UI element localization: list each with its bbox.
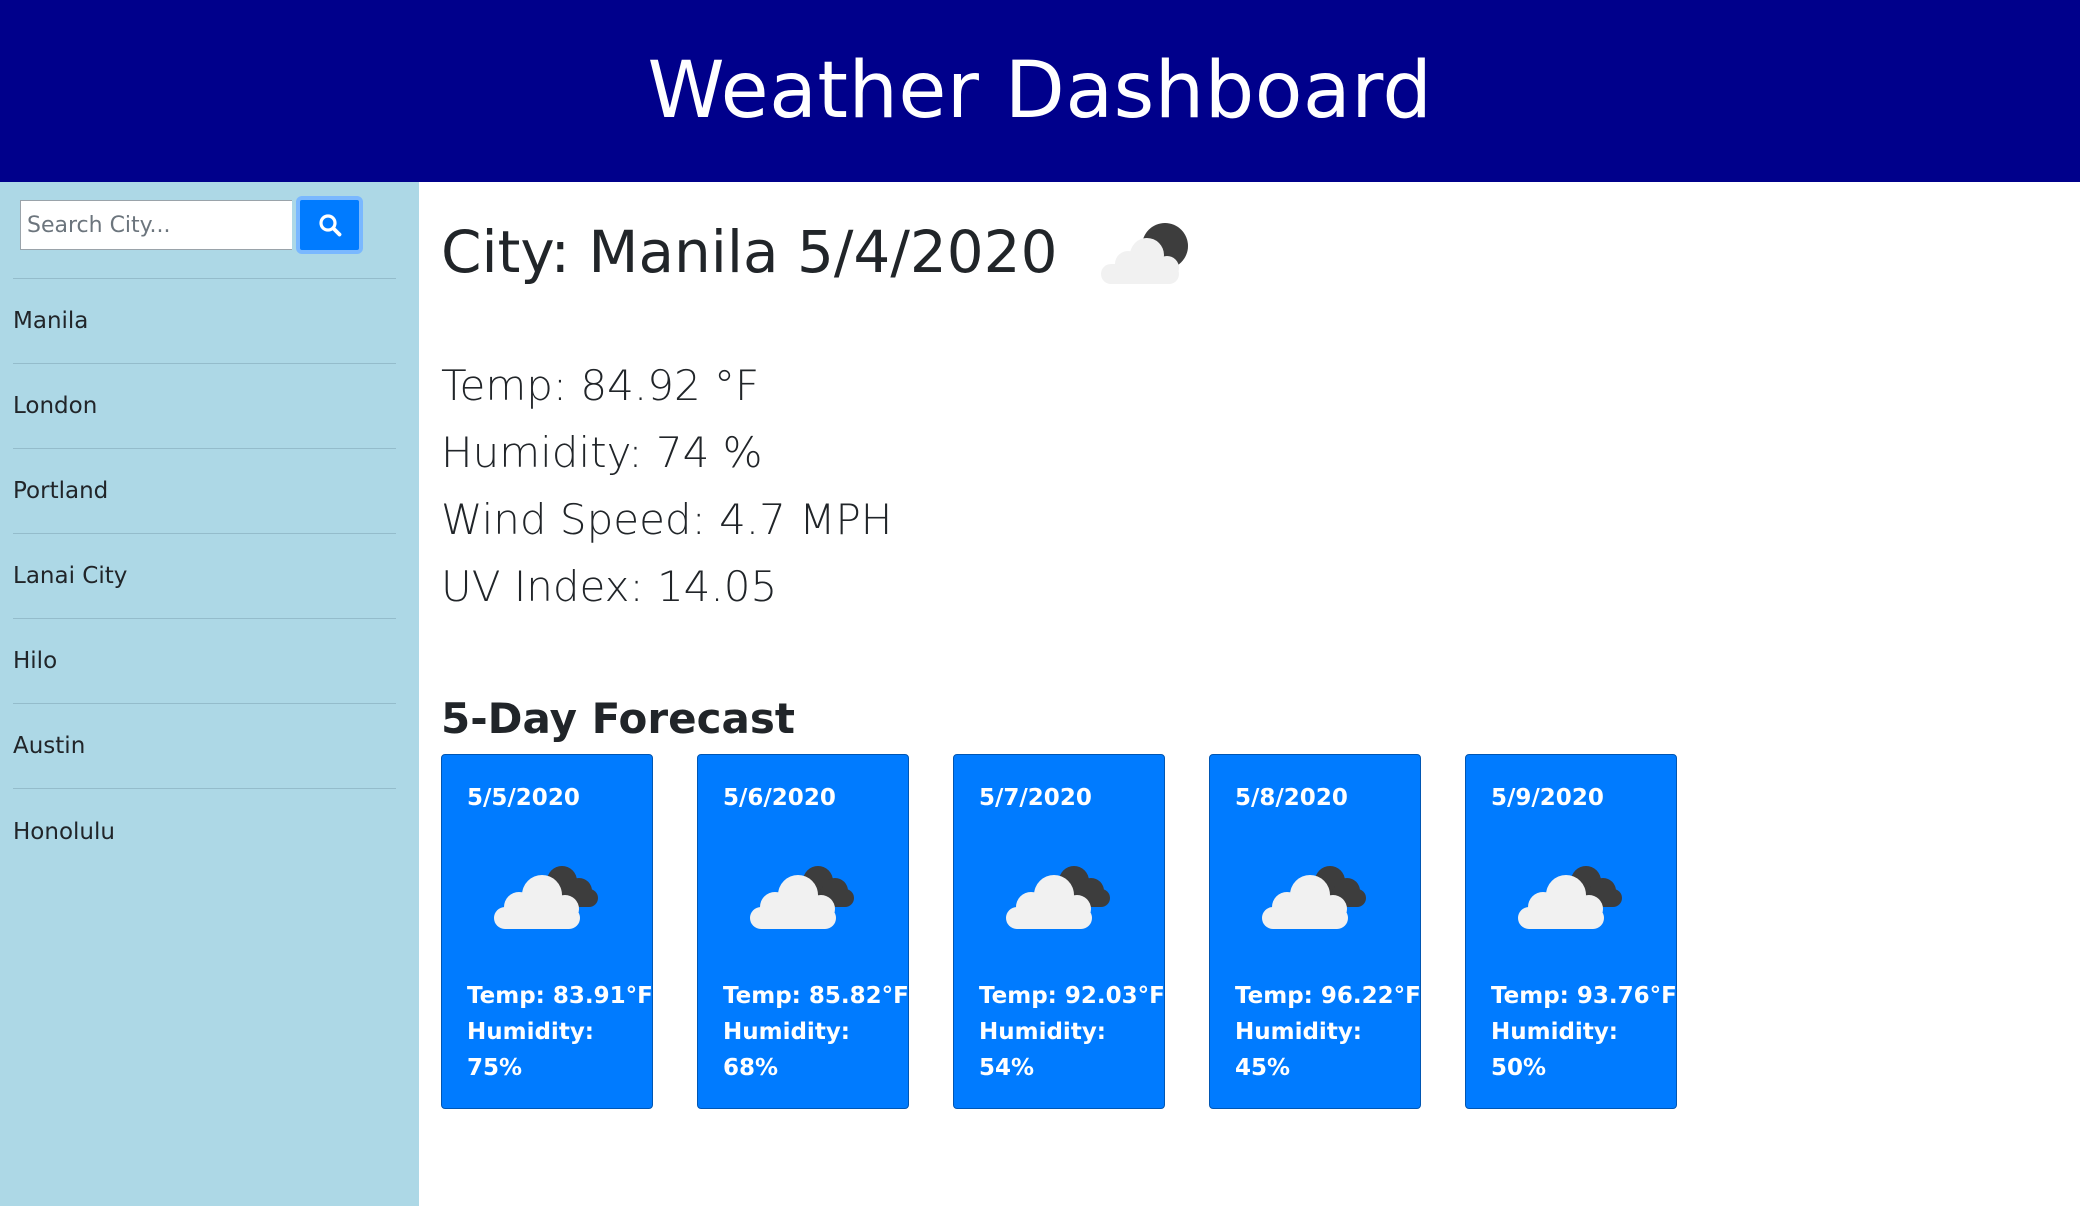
forecast-humidity-label: Humidity: <box>467 1019 595 1045</box>
current-weather-stats: Temp: 84.92 °F Humidity: 74 % Wind Speed… <box>441 352 892 620</box>
current-humidity: Humidity: 74 % <box>441 428 763 477</box>
city-item-label: Hilo <box>13 648 58 674</box>
city-item-label: Austin <box>13 733 86 759</box>
city-item-label: London <box>13 393 98 419</box>
forecast-temp: Temp: 92.03°F <box>979 983 1165 1009</box>
forecast-temp: Temp: 93.76°F <box>1491 983 1677 1009</box>
current-weather-header: City: Manila 5/4/2020 <box>441 212 1201 292</box>
city-item-austin[interactable]: Austin <box>13 704 396 789</box>
forecast-humidity-value: 45% <box>1235 1055 1291 1081</box>
page-title: Weather Dashboard <box>647 46 1433 136</box>
forecast-card: 5/9/2020 Temp: 93.76°F Humidity: 50% <box>1465 754 1677 1109</box>
forecast-info: Temp: 92.03°F Humidity: 54% <box>979 978 1165 1086</box>
forecast-date: 5/7/2020 <box>979 785 1092 811</box>
search-history-list: Manila London Portland Lanai City Hilo A… <box>13 278 396 874</box>
search-button[interactable] <box>296 196 363 254</box>
cloudy-night-icon <box>1006 866 1110 929</box>
forecast-date: 5/9/2020 <box>1491 785 1604 811</box>
forecast-title: 5-Day Forecast <box>441 694 795 743</box>
forecast-date: 5/8/2020 <box>1235 785 1348 811</box>
city-item-honolulu[interactable]: Honolulu <box>13 789 396 874</box>
current-city-title: City: Manila 5/4/2020 <box>441 218 1058 286</box>
forecast-cards: 5/5/2020 Temp: 83.91°F Humidity: 75% 5/6… <box>441 754 1721 1109</box>
city-item-label: Manila <box>13 308 89 334</box>
forecast-card: 5/5/2020 Temp: 83.91°F Humidity: 75% <box>441 754 653 1109</box>
forecast-card: 5/8/2020 Temp: 96.22°F Humidity: 45% <box>1209 754 1421 1109</box>
forecast-temp: Temp: 85.82°F <box>723 983 909 1009</box>
forecast-info: Temp: 93.76°F Humidity: 50% <box>1491 978 1677 1086</box>
search-icon <box>318 214 341 237</box>
sidebar: Manila London Portland Lanai City Hilo A… <box>0 182 419 1206</box>
forecast-temp: Temp: 96.22°F <box>1235 983 1421 1009</box>
city-item-portland[interactable]: Portland <box>13 449 396 534</box>
forecast-info: Temp: 85.82°F Humidity: 68% <box>723 978 909 1086</box>
forecast-humidity-label: Humidity: <box>723 1019 851 1045</box>
cloudy-night-icon <box>494 866 598 929</box>
partly-cloudy-night-icon <box>1101 223 1189 284</box>
cloudy-night-icon <box>750 866 854 929</box>
city-item-lanai-city[interactable]: Lanai City <box>13 534 396 619</box>
main-content: City: Manila 5/4/2020 Temp: 84.92 °F Hum… <box>441 182 2061 1206</box>
forecast-info: Temp: 96.22°F Humidity: 45% <box>1235 978 1421 1086</box>
forecast-date: 5/6/2020 <box>723 785 836 811</box>
city-item-label: Lanai City <box>13 563 128 589</box>
city-item-manila[interactable]: Manila <box>13 279 396 364</box>
forecast-humidity-value: 54% <box>979 1055 1035 1081</box>
city-item-label: Portland <box>13 478 109 504</box>
city-item-label: Honolulu <box>13 818 115 845</box>
forecast-card: 5/7/2020 Temp: 92.03°F Humidity: 54% <box>953 754 1165 1109</box>
cloudy-night-icon <box>1518 866 1622 929</box>
forecast-humidity-value: 68% <box>723 1055 779 1081</box>
forecast-humidity-label: Humidity: <box>1235 1019 1363 1045</box>
current-temp: Temp: 84.92 °F <box>441 361 760 410</box>
forecast-info: Temp: 83.91°F Humidity: 75% <box>467 978 653 1086</box>
forecast-humidity-value: 75% <box>467 1055 523 1081</box>
forecast-humidity-label: Humidity: <box>979 1019 1107 1045</box>
search-input[interactable] <box>20 200 292 250</box>
forecast-card: 5/6/2020 Temp: 85.82°F Humidity: 68% <box>697 754 909 1109</box>
cloudy-night-icon <box>1262 866 1366 929</box>
page-header: Weather Dashboard <box>0 0 2080 182</box>
forecast-temp: Temp: 83.91°F <box>467 983 653 1009</box>
current-uv-index: UV Index: 14.05 <box>441 562 778 611</box>
city-item-london[interactable]: London <box>13 364 396 449</box>
city-item-hilo[interactable]: Hilo <box>13 619 396 704</box>
forecast-date: 5/5/2020 <box>467 785 580 811</box>
forecast-humidity-label: Humidity: <box>1491 1019 1619 1045</box>
forecast-humidity-value: 50% <box>1491 1055 1547 1081</box>
search-bar <box>20 196 365 254</box>
current-wind-speed: Wind Speed: 4.7 MPH <box>441 495 893 544</box>
